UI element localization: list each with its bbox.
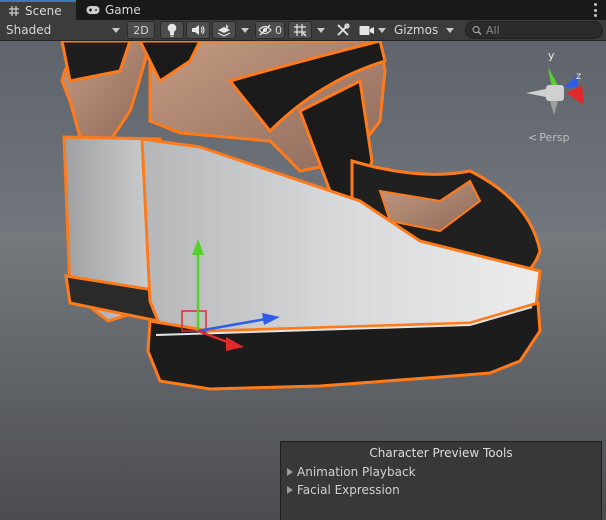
- chevron-down-icon: [377, 27, 386, 33]
- panel-title: Character Preview Tools: [369, 446, 513, 460]
- orientation-gizmo[interactable]: y z < Persp: [516, 49, 596, 149]
- lightbulb-icon: [167, 23, 177, 37]
- chevron-down-icon: [241, 27, 249, 33]
- grid-dropdown[interactable]: [314, 21, 328, 39]
- tab-game-label: Game: [105, 3, 141, 17]
- chevron-down-icon: [446, 27, 454, 33]
- chevron-down-icon: [317, 27, 325, 33]
- axis-z-label: z: [576, 71, 582, 82]
- speaker-icon: [192, 25, 205, 35]
- lighting-toggle[interactable]: [160, 21, 184, 39]
- tab-scene[interactable]: Scene: [0, 0, 76, 20]
- gamepad-icon: [86, 4, 100, 16]
- hierarchy-search[interactable]: [465, 21, 603, 39]
- axis-y-label: y: [548, 49, 555, 62]
- camera-settings-dropdown[interactable]: [356, 21, 388, 39]
- gizmos-dropdown[interactable]: Gizmos: [391, 21, 457, 39]
- scene-visibility-toggle[interactable]: 0: [255, 21, 285, 39]
- projection-label: Persp: [539, 131, 570, 144]
- foldout-arrow-icon: [287, 468, 293, 476]
- hidden-eye-icon: [258, 24, 272, 36]
- foldout-label: Animation Playback: [297, 465, 416, 479]
- window-tab-bar: Scene Game: [0, 0, 606, 20]
- audio-toggle[interactable]: [186, 21, 210, 39]
- foldout-arrow-icon: [287, 486, 293, 494]
- grid-hash-icon: [8, 5, 20, 17]
- shading-mode-dropdown[interactable]: Shaded: [4, 21, 122, 39]
- foldout-label: Facial Expression: [297, 483, 400, 497]
- search-input[interactable]: [486, 23, 596, 37]
- 2d-mode-label: 2D: [133, 23, 149, 37]
- tab-scene-label: Scene: [25, 4, 62, 18]
- projection-toggle[interactable]: < Persp: [528, 131, 569, 144]
- video-camera-icon: [359, 25, 374, 35]
- grid-toggle[interactable]: [288, 21, 312, 39]
- effects-toggle[interactable]: [212, 21, 236, 39]
- foldout-animation-playback[interactable]: Animation Playback: [287, 465, 416, 479]
- 2d-mode-button[interactable]: 2D: [127, 21, 155, 39]
- shading-mode-value: Shaded: [6, 23, 52, 37]
- chevron-down-icon: [112, 27, 120, 33]
- grid-snap-icon: [294, 24, 307, 37]
- character-preview-panel: Character Preview Tools Animation Playba…: [280, 441, 602, 520]
- gizmos-label: Gizmos: [394, 23, 439, 37]
- more-options-icon[interactable]: [594, 3, 598, 17]
- projection-chevron-icon: <: [528, 131, 538, 144]
- tools-button[interactable]: [333, 21, 353, 39]
- search-icon: [472, 25, 482, 35]
- foldout-facial-expression[interactable]: Facial Expression: [287, 483, 400, 497]
- effects-dropdown[interactable]: [238, 21, 252, 39]
- tab-game[interactable]: Game: [78, 0, 148, 20]
- tools-wrench-icon: [337, 23, 350, 36]
- hidden-count: 0: [275, 23, 282, 37]
- scene-toolbar: Shaded 2D 0 Gizmos: [0, 20, 606, 41]
- layers-effects-icon: [217, 24, 231, 37]
